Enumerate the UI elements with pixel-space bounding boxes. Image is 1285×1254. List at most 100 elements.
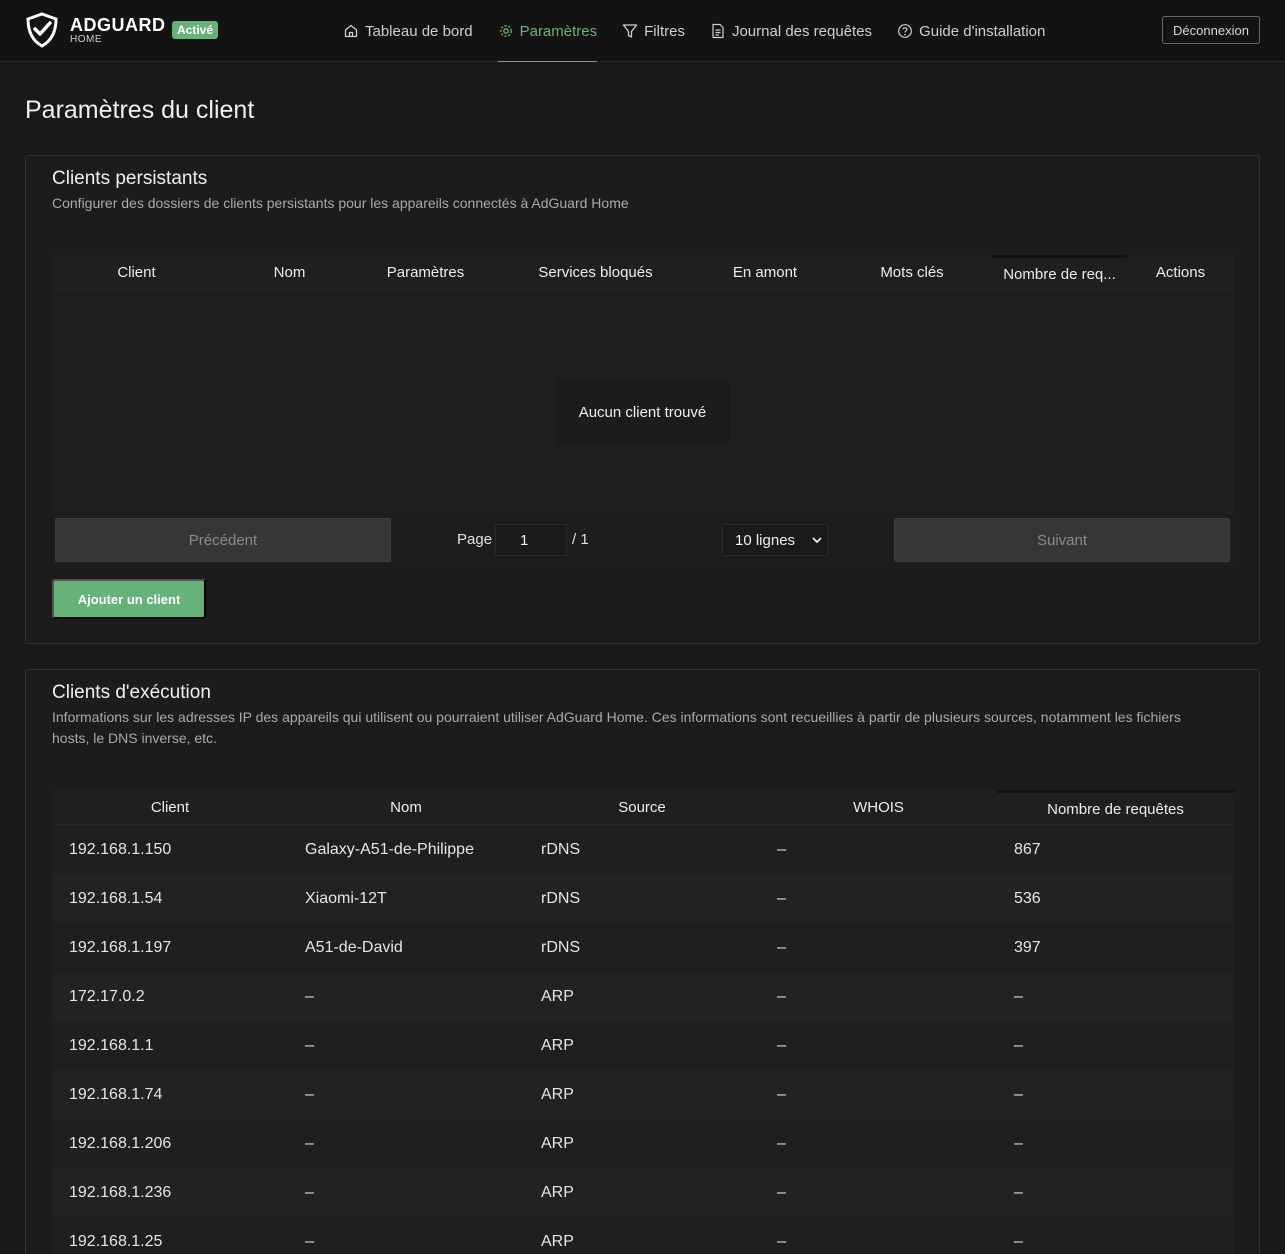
card-title: Clients persistants xyxy=(52,168,208,189)
column-header[interactable]: Client xyxy=(52,255,221,290)
previous-page-button[interactable]: Précédent xyxy=(55,518,391,562)
cell-source: rDNS xyxy=(541,840,581,858)
column-header[interactable]: Paramètres xyxy=(358,255,493,290)
column-header[interactable]: Client xyxy=(52,790,288,825)
nav-settings[interactable]: Paramètres xyxy=(497,0,597,62)
column-header[interactable]: En amont xyxy=(698,255,832,290)
table-row: 192.168.1.25– ARP – – xyxy=(52,1217,1234,1254)
shield-icon xyxy=(26,12,58,48)
logo-name: ADGUARD xyxy=(70,15,166,35)
cell-client-ip[interactable]: 192.168.1.197 xyxy=(52,939,288,957)
cell-name: – xyxy=(305,1183,314,1201)
cell-whois: – xyxy=(777,938,786,956)
nav-setup-guide[interactable]: Guide d'installation xyxy=(897,0,1045,62)
cell-client-ip[interactable]: 192.168.1.206 xyxy=(52,1135,288,1153)
empty-state-text: Aucun client trouvé xyxy=(555,378,730,446)
pagination: Précédent Page / 1 10 lignes Suivant xyxy=(52,514,1234,566)
table-row: 192.168.1.236– ARP – – xyxy=(52,1168,1234,1217)
table-row: 192.168.1.74– ARP – – xyxy=(52,1070,1234,1119)
cell-source: rDNS xyxy=(541,938,581,956)
cell-name: – xyxy=(305,1085,314,1103)
cell-request-count: – xyxy=(1014,1134,1023,1152)
adguard-logo[interactable]: ADGUARD HOME xyxy=(24,12,166,48)
filter-icon xyxy=(622,24,638,38)
cell-whois: – xyxy=(777,1036,786,1054)
cell-client-ip[interactable]: 192.168.1.74 xyxy=(52,1086,288,1104)
nav-label: Guide d'installation xyxy=(919,22,1046,40)
cell-client-ip[interactable]: 192.168.1.150 xyxy=(52,841,288,859)
page-number-input[interactable] xyxy=(495,524,567,556)
nav-label: Tableau de bord xyxy=(365,22,473,40)
column-header[interactable]: WHOIS xyxy=(760,790,997,825)
nav-query-log[interactable]: Journal des requêtes xyxy=(710,0,872,62)
cell-name: Xiaomi-12T xyxy=(305,889,387,907)
cell-client-ip[interactable]: 172.17.0.2 xyxy=(52,988,288,1006)
persistent-clients-table: Client Nom Paramètres Services bloqués E… xyxy=(52,255,1234,566)
chevron-down-icon xyxy=(812,537,822,543)
column-header[interactable]: Source xyxy=(524,790,760,825)
cell-whois: – xyxy=(777,889,786,907)
nav-filters[interactable]: Filtres xyxy=(622,0,685,62)
cell-source: ARP xyxy=(541,1085,574,1103)
cell-client-ip[interactable]: 192.168.1.236 xyxy=(52,1184,288,1202)
cell-request-count: 397 xyxy=(1014,938,1041,956)
cell-client-ip[interactable]: 192.168.1.1 xyxy=(52,1037,288,1055)
table-header: Client Nom Source WHOIS Nombre de requêt… xyxy=(52,790,1234,825)
card-title: Clients d'exécution xyxy=(52,682,211,703)
cell-name: – xyxy=(305,1036,314,1054)
cell-source: ARP xyxy=(541,1183,574,1201)
cell-client-ip[interactable]: 192.168.1.25 xyxy=(52,1233,288,1251)
main-nav: Tableau de bord Paramètres Filtres Journ… xyxy=(343,0,1070,62)
column-header[interactable]: Services bloqués xyxy=(493,255,698,290)
table-header: Client Nom Paramètres Services bloqués E… xyxy=(52,255,1234,290)
card-subtitle-line-2: hosts, le DNS inverse, etc. xyxy=(52,730,217,746)
cell-whois: – xyxy=(777,1232,786,1250)
cell-name: – xyxy=(305,1232,314,1250)
cell-source: ARP xyxy=(541,1232,574,1250)
page-total: / 1 xyxy=(572,531,589,548)
cell-client-ip[interactable]: 192.168.1.54 xyxy=(52,890,288,908)
cell-whois: – xyxy=(777,1134,786,1152)
cell-request-count: – xyxy=(1014,987,1023,1005)
cell-request-count: – xyxy=(1014,1085,1023,1103)
top-header: ADGUARD HOME Activé Tableau de bord Para… xyxy=(0,0,1285,62)
column-header[interactable]: Nom xyxy=(221,255,358,290)
cell-request-count: – xyxy=(1014,1036,1023,1054)
table-row: 192.168.1.150 Galaxy-A51-de-Philippe rDNS –… xyxy=(52,825,1234,874)
cell-request-count: – xyxy=(1014,1232,1023,1250)
status-badge: Activé xyxy=(172,21,219,39)
table-body: 192.168.1.150 Galaxy-A51-de-Philippe rDNS –… xyxy=(52,825,1234,1254)
card-subtitle: Configurer des dossiers de clients persi… xyxy=(52,195,629,211)
table-body: Aucun client trouvé xyxy=(52,290,1234,514)
page-title: Paramètres du client xyxy=(25,96,255,124)
column-header-sorted[interactable]: Nombre de req... xyxy=(992,255,1127,290)
cell-name: – xyxy=(305,1134,314,1152)
cell-whois: – xyxy=(777,840,786,858)
cell-whois: – xyxy=(777,987,786,1005)
cell-name: – xyxy=(305,987,314,1005)
column-header[interactable]: Mots clés xyxy=(832,255,992,290)
next-page-button[interactable]: Suivant xyxy=(894,518,1230,562)
rows-per-page-select[interactable]: 10 lignes xyxy=(722,524,828,556)
nav-dashboard[interactable]: Tableau de bord xyxy=(343,0,473,62)
logo-subtitle: HOME xyxy=(70,34,102,45)
logout-button[interactable]: Déconnexion xyxy=(1162,16,1260,44)
help-icon xyxy=(898,24,912,38)
cell-whois: – xyxy=(777,1085,786,1103)
column-header[interactable]: Nom xyxy=(288,790,524,825)
table-row: 192.168.1.197 A51-de-David rDNS – 397 xyxy=(52,923,1234,972)
cell-request-count: 867 xyxy=(1014,840,1041,858)
card-subtitle-line-1: Informations sur les adresses IP des app… xyxy=(52,709,1181,725)
gear-icon xyxy=(499,25,512,37)
runtime-clients-card: Clients d'exécution Informations sur les… xyxy=(25,669,1260,1254)
cell-request-count: 536 xyxy=(1014,889,1041,907)
runtime-clients-table: Client Nom Source WHOIS Nombre de requêt… xyxy=(52,790,1234,1254)
cell-source: ARP xyxy=(541,1134,574,1152)
cell-request-count: – xyxy=(1014,1183,1023,1201)
page-label: Page xyxy=(457,531,493,548)
column-header-sorted[interactable]: Nombre de requêtes xyxy=(997,790,1234,825)
add-client-button[interactable]: Ajouter un client xyxy=(52,579,206,619)
column-header[interactable]: Actions xyxy=(1127,255,1234,290)
cell-name: A51-de-David xyxy=(305,938,403,956)
cell-whois: – xyxy=(777,1183,786,1201)
